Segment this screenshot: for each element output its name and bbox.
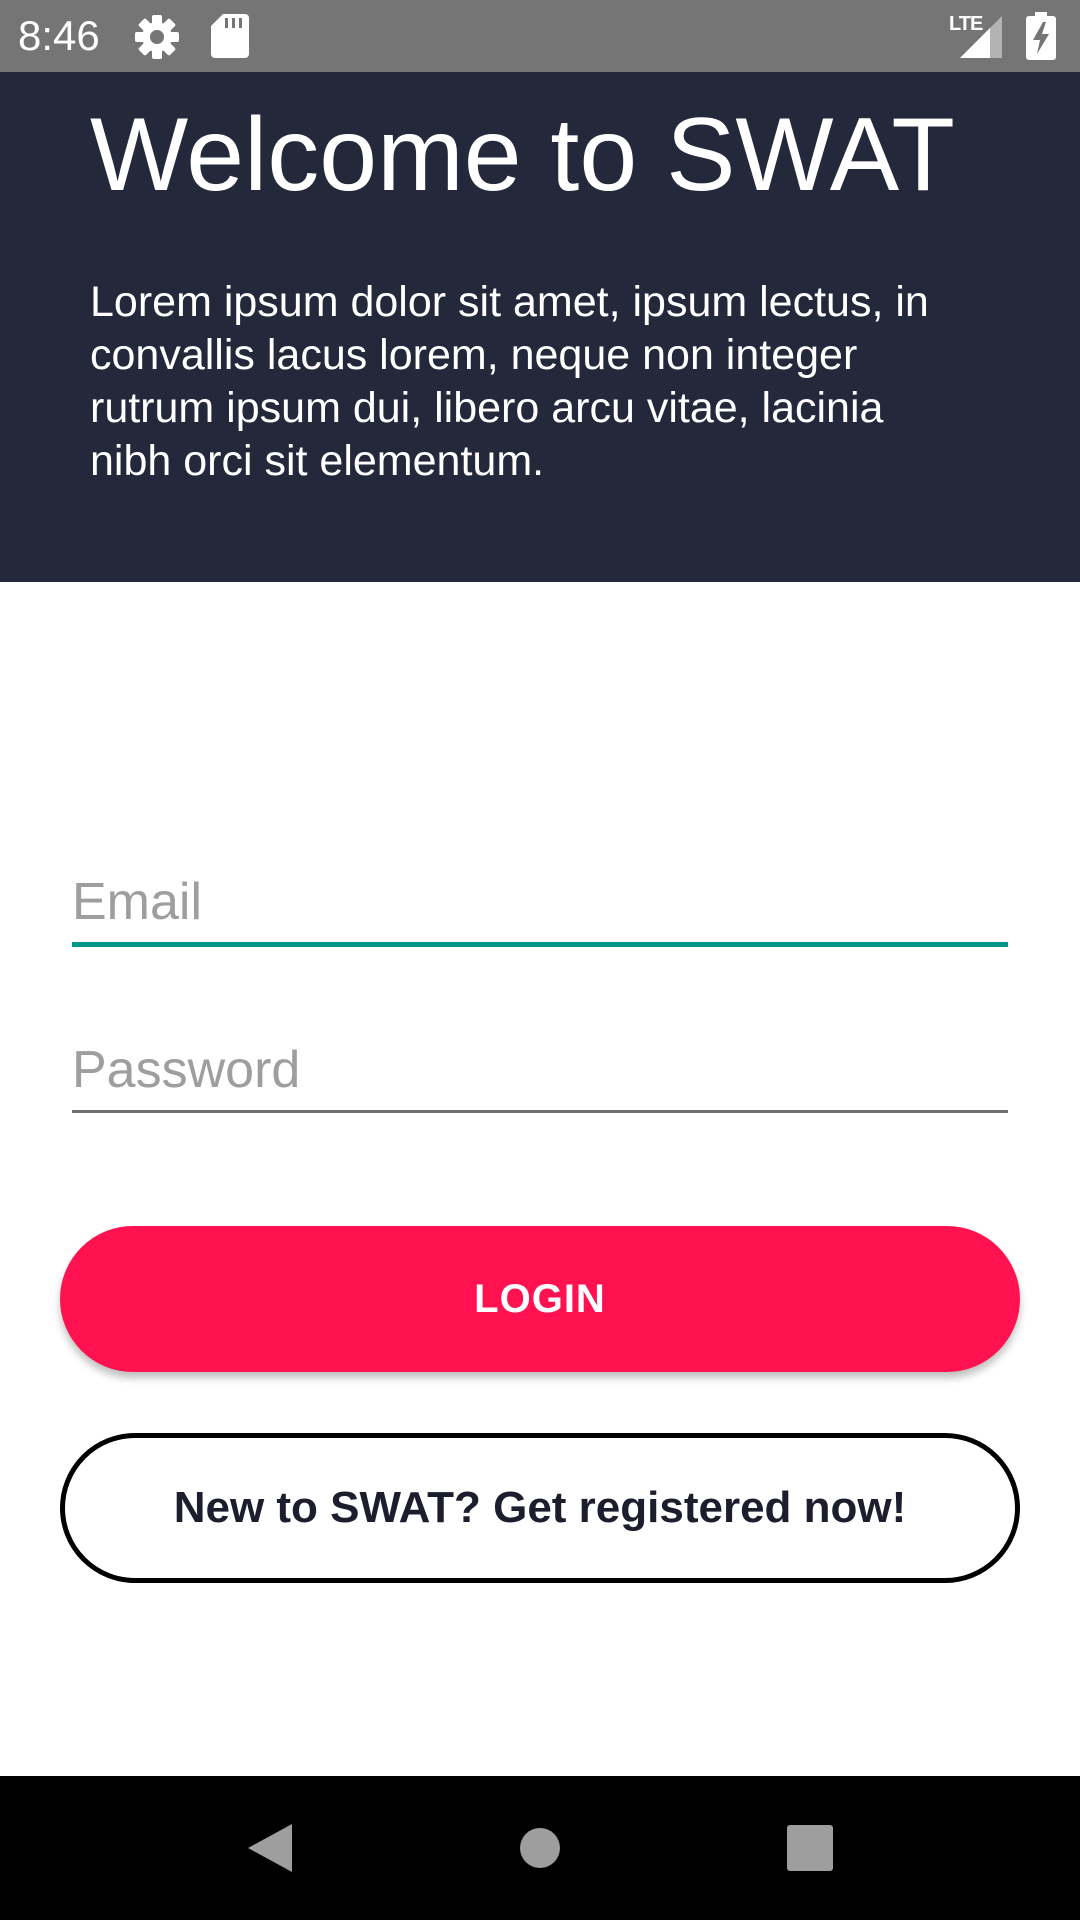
email-field[interactable]: [72, 862, 1008, 947]
welcome-header: Welcome to SWAT Lorem ipsum dolor sit am…: [0, 72, 1080, 582]
status-bar: 8:46 LTE: [0, 0, 1080, 72]
sd-card-icon: [211, 14, 249, 58]
navigation-bar: [0, 1776, 1080, 1920]
home-button[interactable]: [470, 1776, 610, 1920]
password-field[interactable]: [72, 1030, 1008, 1113]
back-button[interactable]: [200, 1776, 340, 1920]
recents-button[interactable]: [740, 1776, 880, 1920]
home-icon: [520, 1828, 560, 1868]
gear-icon: [135, 15, 179, 59]
header-description: Lorem ipsum dolor sit amet, ipsum lectus…: [90, 278, 929, 485]
page-title: Welcome to SWAT: [90, 97, 955, 213]
lte-signal-icon: [960, 16, 1002, 58]
recents-icon: [787, 1825, 833, 1871]
status-time: 8:46: [18, 12, 100, 59]
back-icon: [248, 1824, 292, 1872]
register-button[interactable]: New to SWAT? Get registered now!: [60, 1433, 1020, 1583]
battery-charging-icon: [1026, 12, 1056, 60]
login-button[interactable]: LOGIN: [60, 1226, 1020, 1372]
